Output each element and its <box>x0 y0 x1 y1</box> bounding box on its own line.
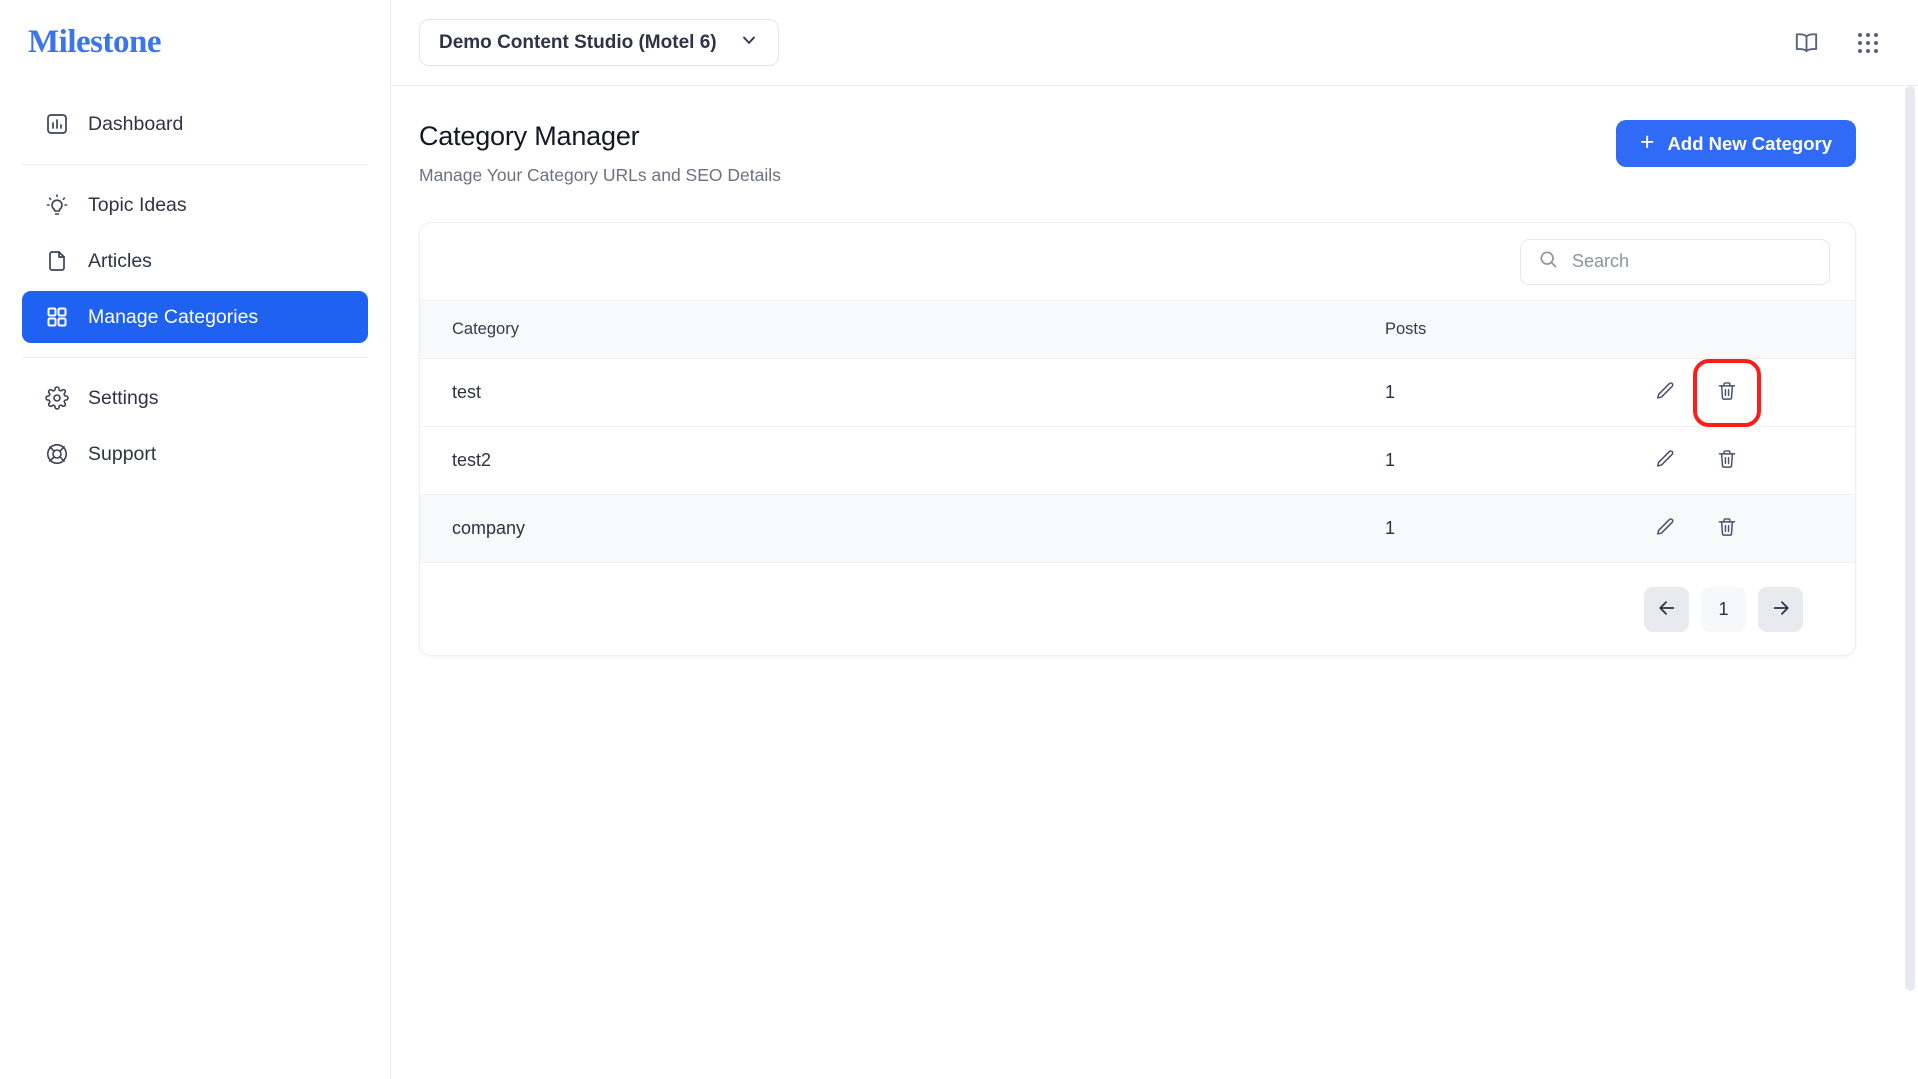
table-row[interactable]: test2 1 <box>420 426 1855 496</box>
sidebar-item-label: Settings <box>88 386 159 409</box>
column-header-actions <box>1645 300 1855 360</box>
gear-icon <box>44 385 70 411</box>
sidebar-item-label: Manage Categories <box>88 305 259 328</box>
sidebar-item-label: Dashboard <box>88 112 184 135</box>
table-toolbar <box>420 223 1855 300</box>
grid-squares-icon <box>44 304 70 330</box>
book-icon[interactable] <box>1793 29 1820 56</box>
cell-category: test2 <box>420 426 1385 496</box>
add-new-category-label: Add New Category <box>1667 132 1832 154</box>
pencil-icon <box>1654 448 1676 473</box>
sidebar-nav-secondary: Topic Ideas Articles Manage Categories <box>0 179 390 343</box>
sidebar-divider-2 <box>22 357 368 358</box>
scrollbar-thumb[interactable] <box>1905 86 1915 991</box>
pagination-next-button[interactable] <box>1758 586 1803 632</box>
search-input[interactable] <box>1572 251 1812 273</box>
pencil-icon <box>1654 380 1676 405</box>
arrow-right-icon <box>1770 597 1792 622</box>
pagination: 1 <box>1644 586 1803 632</box>
table-head: Category Posts <box>420 300 1855 360</box>
sidebar-item-label: Articles <box>88 249 152 272</box>
page-heading-group: Category Manager Manage Your Category UR… <box>419 120 781 186</box>
table-row[interactable]: test 1 <box>420 358 1855 428</box>
page-header: Category Manager Manage Your Category UR… <box>419 120 1856 186</box>
lightbulb-icon <box>44 192 70 218</box>
cell-posts: 1 <box>1385 358 1645 428</box>
sidebar-nav-footer: Settings Support <box>0 372 390 480</box>
table-body: test 1 test2 1 company 1 <box>420 358 1855 564</box>
cell-category: test <box>420 358 1385 428</box>
topbar-actions <box>1793 29 1878 56</box>
apps-grid-icon[interactable] <box>1858 32 1878 53</box>
search-icon <box>1538 249 1558 274</box>
sidebar: Milestone Dashboard Topic Ideas Articles… <box>0 0 391 1079</box>
pagination-prev-button[interactable] <box>1644 586 1689 632</box>
delete-category-button[interactable] <box>1693 358 1761 427</box>
trash-icon <box>1716 516 1738 541</box>
pagination-page-1[interactable]: 1 <box>1701 586 1746 632</box>
category-table-card: Category Posts test 1 <box>419 222 1856 657</box>
sidebar-item-manage-categories[interactable]: Manage Categories <box>22 291 368 343</box>
pencil-icon <box>1654 516 1676 541</box>
main-content: Demo Content Studio (Motel 6) Category M… <box>391 0 1918 1079</box>
category-table: Category Posts test 1 test2 1 company 1 <box>420 300 1855 564</box>
search-box[interactable] <box>1520 238 1830 285</box>
top-bar: Demo Content Studio (Motel 6) <box>391 0 1918 86</box>
edit-category-button[interactable] <box>1645 441 1685 481</box>
table-header-row: Category Posts <box>420 300 1855 360</box>
page-body: Category Manager Manage Your Category UR… <box>391 86 1918 657</box>
page-scrollbar[interactable] <box>1902 86 1918 1079</box>
studio-selector-value: Demo Content Studio (Motel 6) <box>439 31 717 53</box>
delete-category-button[interactable] <box>1707 441 1747 481</box>
sidebar-item-label: Topic Ideas <box>88 193 187 216</box>
edit-category-button[interactable] <box>1645 509 1685 549</box>
studio-selector-dropdown[interactable]: Demo Content Studio (Motel 6) <box>419 19 779 66</box>
sidebar-item-dashboard[interactable]: Dashboard <box>22 98 368 150</box>
trash-icon <box>1716 448 1738 473</box>
sidebar-item-topic-ideas[interactable]: Topic Ideas <box>22 179 368 231</box>
table-row[interactable]: company 1 <box>420 494 1855 564</box>
cell-category: company <box>420 494 1385 564</box>
edit-category-button[interactable] <box>1645 373 1685 413</box>
chart-bar-icon <box>44 111 70 137</box>
chevron-down-icon <box>739 30 759 56</box>
column-header-posts: Posts <box>1385 300 1645 360</box>
cell-actions <box>1645 494 1855 564</box>
page-title: Category Manager <box>419 121 640 151</box>
column-header-category: Category <box>420 300 1385 360</box>
lifebuoy-icon <box>44 441 70 467</box>
sidebar-nav-primary: Dashboard <box>0 86 390 150</box>
arrow-left-icon <box>1656 597 1678 622</box>
sidebar-item-settings[interactable]: Settings <box>22 372 368 424</box>
plus-icon: + <box>1639 128 1655 156</box>
trash-icon <box>1716 380 1738 405</box>
brand-logo[interactable]: Milestone <box>0 0 390 86</box>
logo-text: Milestone <box>28 24 161 60</box>
sidebar-item-label: Support <box>88 442 157 465</box>
document-icon <box>44 248 70 274</box>
sidebar-divider-1 <box>22 164 368 165</box>
sidebar-item-articles[interactable]: Articles <box>22 235 368 287</box>
sidebar-item-support[interactable]: Support <box>22 428 368 480</box>
delete-category-button[interactable] <box>1707 509 1747 549</box>
add-new-category-button[interactable]: + Add New Category <box>1615 120 1856 167</box>
app-root: Milestone Dashboard Topic Ideas Articles… <box>0 0 1918 1079</box>
cell-actions <box>1645 426 1855 496</box>
pagination-bar: 1 <box>420 563 1855 655</box>
cell-posts: 1 <box>1385 426 1645 496</box>
cell-posts: 1 <box>1385 494 1645 564</box>
page-subtitle: Manage Your Category URLs and SEO Detail… <box>419 165 781 186</box>
cell-actions <box>1645 358 1855 428</box>
apps-grid-dots <box>1858 32 1878 53</box>
